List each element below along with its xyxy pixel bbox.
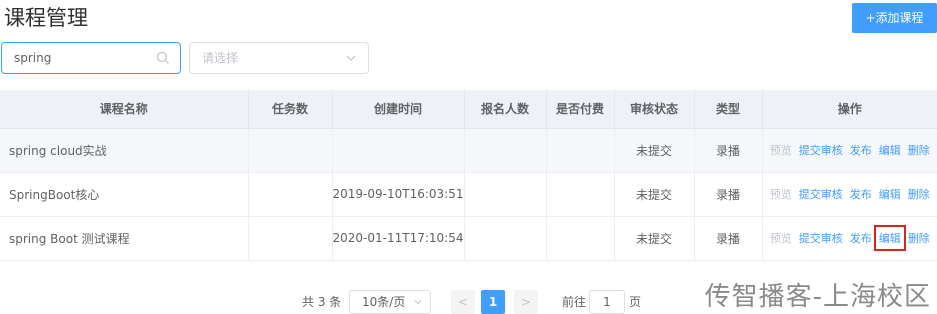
cell-created	[332, 128, 465, 173]
header-created: 创建时间	[332, 90, 465, 129]
cell-actions: 预览 提交审核 发布 编辑 删除	[762, 216, 937, 261]
cell-type: 录播	[694, 128, 763, 173]
page-title: 课程管理	[4, 6, 88, 30]
pagination-total: 共 3 条	[302, 295, 342, 309]
cell-enrolled	[464, 128, 547, 173]
watermark: 传智播客-上海校区	[704, 282, 931, 312]
header-status: 审核状态	[614, 90, 695, 129]
goto-page-input[interactable]	[589, 290, 625, 314]
header-type: 类型	[694, 90, 763, 129]
cell-course-name: spring Boot 测试课程	[0, 216, 249, 261]
cell-status: 未提交	[614, 172, 695, 217]
cell-actions: 预览 提交审核 发布 编辑 删除	[762, 128, 937, 173]
cell-created: 2019-09-10T16:03:51	[332, 172, 465, 217]
next-page-button[interactable]: >	[514, 290, 538, 314]
cell-course-name: spring cloud实战	[0, 128, 249, 173]
chevron-down-icon	[414, 300, 422, 305]
cell-actions: 预览 提交审核 发布 编辑 删除	[762, 172, 937, 217]
preview-link[interactable]: 预览	[770, 142, 792, 158]
table-header-row: 课程名称 任务数 创建时间 报名人数 是否付费 审核状态 类型 操作	[0, 90, 937, 129]
cell-tasks	[248, 128, 333, 173]
cell-tasks	[248, 172, 333, 217]
page-size-select[interactable]: 10条/页	[349, 290, 431, 314]
preview-link[interactable]: 预览	[770, 230, 792, 246]
table-row: spring Boot 测试课程 2020-01-11T17:10:54 未提交…	[0, 216, 937, 261]
course-table: 课程名称 任务数 创建时间 报名人数 是否付费 审核状态 类型 操作 sprin…	[0, 90, 937, 261]
cell-status: 未提交	[614, 216, 695, 261]
header-course-name: 课程名称	[0, 90, 249, 129]
goto-label: 前往	[562, 295, 587, 309]
search-box[interactable]	[1, 42, 181, 74]
cell-paid	[546, 172, 615, 217]
edit-link[interactable]: 编辑	[879, 186, 901, 202]
delete-link[interactable]: 删除	[908, 186, 930, 202]
cell-paid	[546, 128, 615, 173]
submit-review-link[interactable]: 提交审核	[799, 186, 843, 202]
header-enrolled: 报名人数	[464, 90, 547, 129]
chevron-down-icon	[346, 55, 356, 61]
cell-tasks	[248, 216, 333, 261]
table-row: spring cloud实战 未提交 录播 预览 提交审核 发布 编辑 删除	[0, 128, 937, 173]
publish-link[interactable]: 发布	[850, 186, 872, 202]
cell-type: 录播	[694, 216, 763, 261]
goto-unit: 页	[629, 295, 642, 309]
edit-link[interactable]: 编辑	[879, 142, 901, 158]
add-course-button[interactable]: +添加课程	[852, 3, 937, 33]
status-select[interactable]: 请选择	[189, 42, 369, 74]
page-size-value: 10条/页	[362, 295, 406, 309]
cell-type: 录播	[694, 172, 763, 217]
delete-link[interactable]: 删除	[908, 230, 930, 246]
publish-link[interactable]: 发布	[850, 142, 872, 158]
submit-review-link[interactable]: 提交审核	[799, 230, 843, 246]
table-row: SpringBoot核心 2019-09-10T16:03:51 未提交 录播 …	[0, 172, 937, 217]
page-number-current[interactable]: 1	[481, 290, 505, 314]
edit-link-highlighted[interactable]: 编辑	[873, 225, 906, 251]
search-input[interactable]	[2, 43, 152, 73]
header-tasks: 任务数	[248, 90, 333, 129]
preview-link[interactable]: 预览	[770, 186, 792, 202]
publish-link[interactable]: 发布	[850, 230, 872, 246]
cell-created: 2020-01-11T17:10:54	[332, 216, 465, 261]
prev-page-button[interactable]: <	[451, 290, 475, 314]
header-actions: 操作	[762, 90, 937, 129]
delete-link[interactable]: 删除	[908, 142, 930, 158]
submit-review-link[interactable]: 提交审核	[799, 142, 843, 158]
search-icon[interactable]	[156, 51, 170, 65]
status-select-placeholder: 请选择	[202, 51, 239, 65]
cell-status: 未提交	[614, 128, 695, 173]
cell-course-name: SpringBoot核心	[0, 172, 249, 217]
cell-enrolled	[464, 216, 547, 261]
cell-paid	[546, 216, 615, 261]
cell-enrolled	[464, 172, 547, 217]
header-paid: 是否付费	[546, 90, 615, 129]
